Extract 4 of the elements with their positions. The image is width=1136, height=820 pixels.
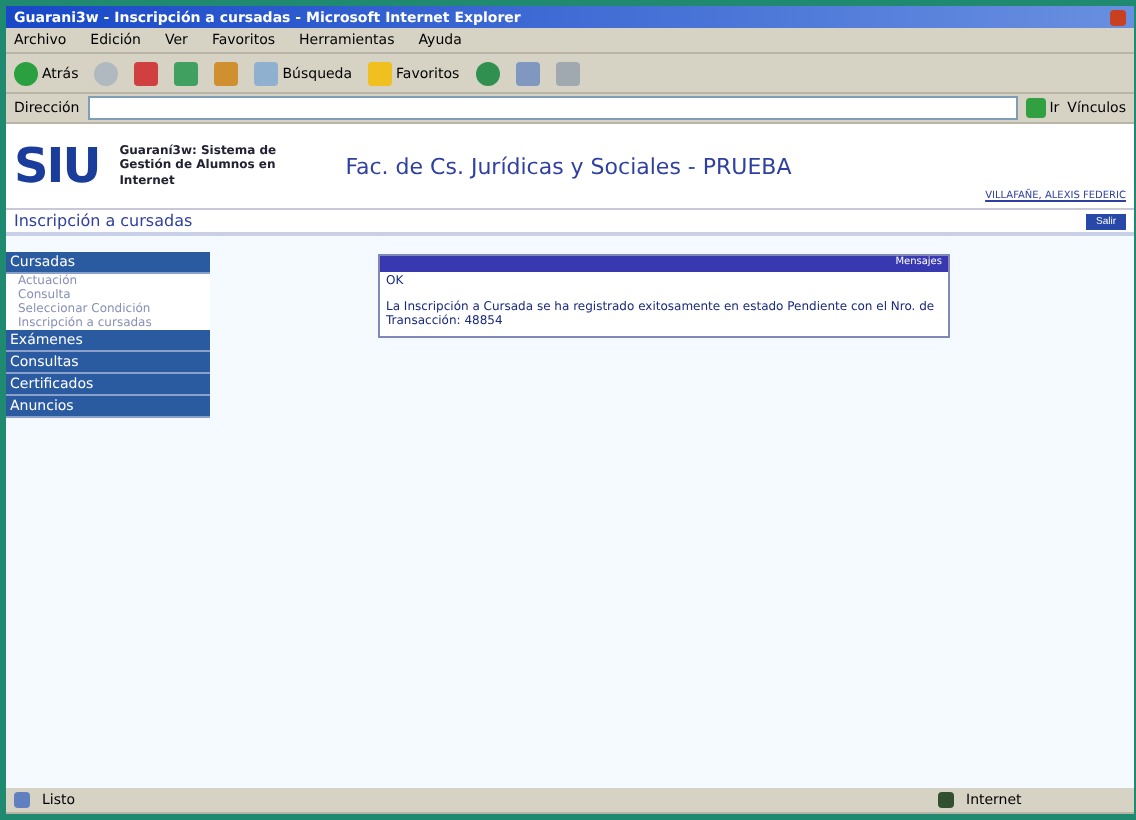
page-title: Inscripción a cursadas [14,212,193,230]
address-field[interactable] [87,96,1018,120]
faculty-title: Fac. de Cs. Jurídicas y Sociales - PRUEBA [343,153,794,179]
siu-logo: SIU [14,138,100,194]
